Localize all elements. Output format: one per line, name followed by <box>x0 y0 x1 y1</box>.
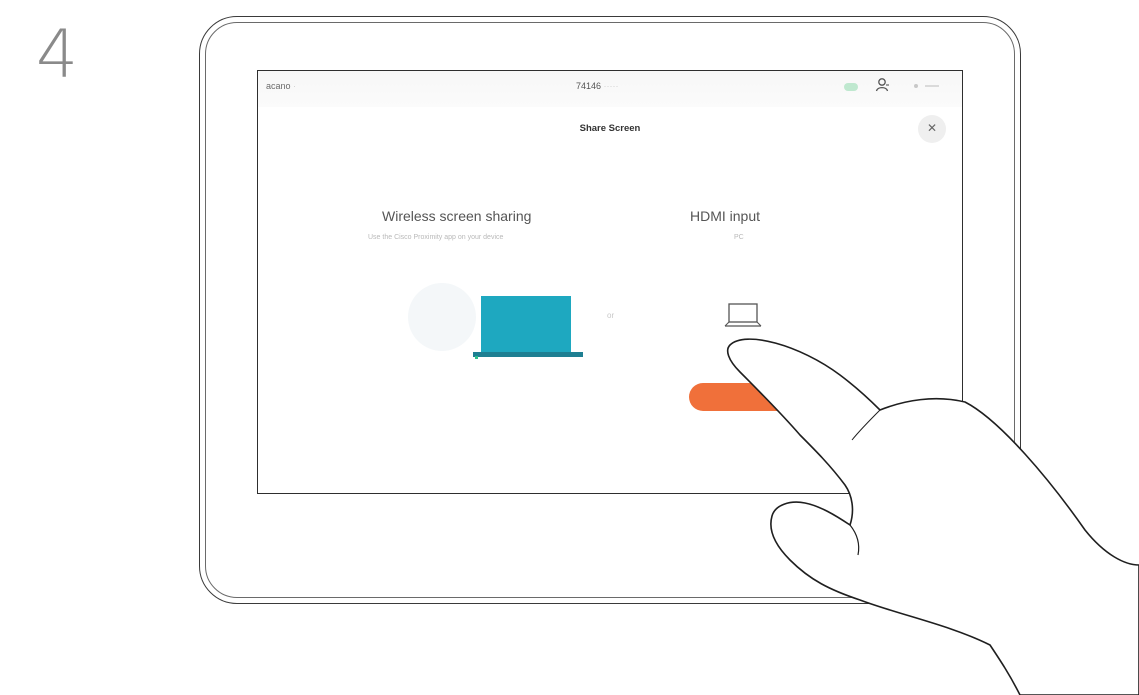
hand-pointer-illustration <box>726 338 1139 695</box>
